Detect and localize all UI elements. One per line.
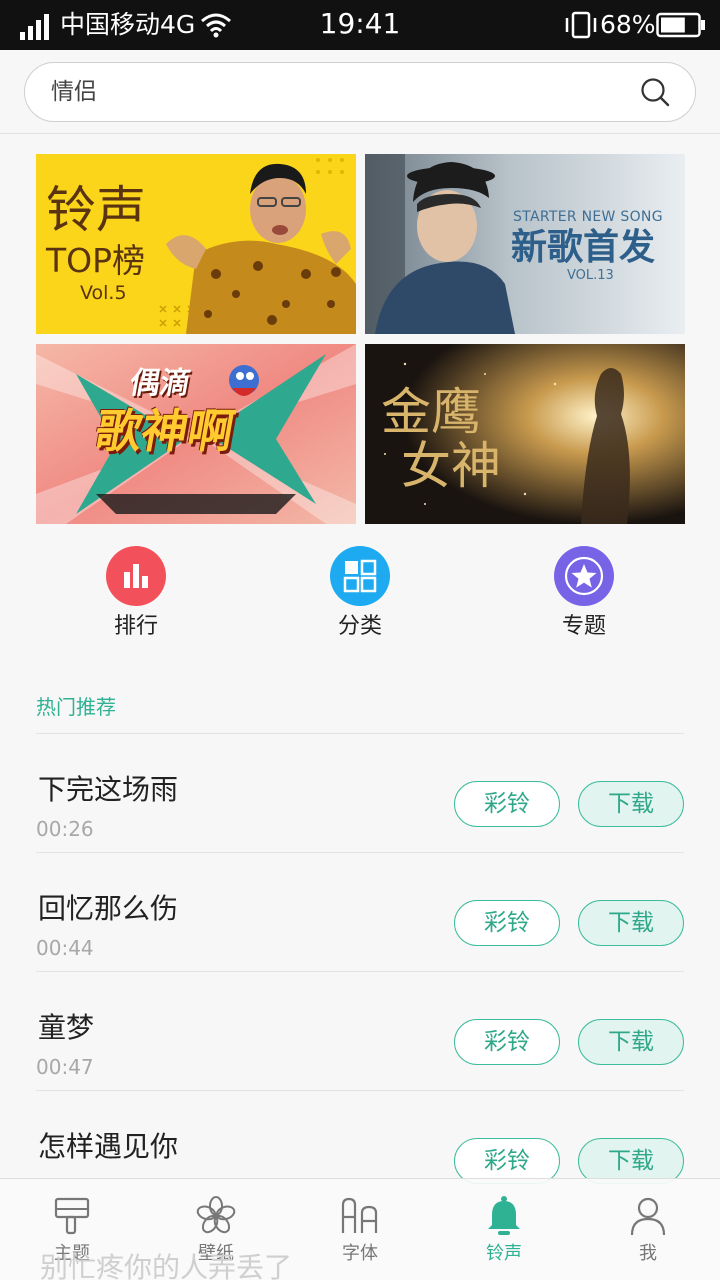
font-icon [341, 1197, 378, 1233]
banner-2-caption: STARTER NEW SONG [513, 209, 663, 225]
set-ringback-button[interactable]: 彩铃 [454, 781, 560, 827]
download-button[interactable]: 下载 [578, 1019, 684, 1065]
category-topic[interactable]: 专题 [524, 546, 644, 646]
banner-ringtone-top-chart[interactable]: 铃声 TOP榜 Vol.5 [36, 154, 356, 334]
status-bar: 中国移动4G 19:41 68% [0, 0, 720, 50]
song-title: 怎样遇见你 [38, 1130, 179, 1163]
bell-icon [488, 1196, 520, 1235]
banner-song-god[interactable]: 偶滴 歌神啊 [36, 344, 356, 524]
banner-4-line2: 女神 [401, 437, 501, 495]
song-row[interactable]: 下完这场雨 00:26 彩铃 下载 [36, 734, 684, 853]
banner-1-title: 铃声 [46, 181, 146, 239]
song-title-behind-nav: 别忙疼你的人弄丢了 [40, 1251, 293, 1280]
flower-icon [196, 1196, 236, 1234]
banner-golden-eagle[interactable]: 金鹰 女神 [365, 344, 685, 524]
section-title: 热门推荐 [36, 695, 116, 719]
nav-tab-ringtone[interactable]: 铃声 [432, 1179, 576, 1280]
banner-1-vol: Vol.5 [80, 282, 127, 304]
signal-icon [20, 14, 49, 40]
grid-icon [330, 546, 390, 606]
battery-icon [656, 12, 705, 38]
paint-roller-icon [54, 1197, 90, 1235]
ringtone-page: 中国移动4G 19:41 68% 情侣 铃声 TOP榜 Vol.5 STARTE… [0, 0, 720, 1280]
nav-tab-font-label: 字体 [342, 1243, 378, 1264]
banner-new-song[interactable]: STARTER NEW SONG 新歌首发 VOL.13 [365, 154, 685, 334]
carrier-label: 中国移动4G [60, 10, 196, 39]
search-bar: 情侣 [0, 50, 720, 134]
banner-1-subtitle: TOP榜 [46, 241, 146, 280]
battery-percentage: 68% [600, 10, 656, 39]
nav-tab-ringtone-label: 铃声 [486, 1243, 522, 1264]
nav-tab-me-label: 我 [639, 1243, 657, 1264]
category-ranking-label: 排行 [113, 614, 158, 639]
banner-2-title: 新歌首发 [511, 227, 656, 268]
nav-tab-font[interactable]: 字体 [288, 1179, 432, 1280]
song-duration: 00:47 [36, 1055, 94, 1079]
song-row[interactable]: 回忆那么伤 00:44 彩铃 下载 [36, 853, 684, 972]
banner-3-line1: 偶滴 [127, 366, 194, 401]
category-classify-label: 分类 [337, 614, 382, 639]
banner-4-line1: 金鹰 [381, 383, 481, 441]
song-row[interactable]: 童梦 00:47 彩铃 下载 [36, 972, 684, 1091]
banner-2-vol: VOL.13 [567, 268, 614, 283]
nav-tab-me[interactable]: 我 [576, 1179, 720, 1280]
category-topic-label: 专题 [561, 614, 606, 639]
set-ringback-button[interactable]: 彩铃 [454, 900, 560, 946]
download-button[interactable]: 下载 [578, 781, 684, 827]
bar-chart-icon [106, 546, 166, 606]
wifi-icon [201, 13, 231, 38]
song-title: 下完这场雨 [38, 773, 179, 806]
vibrate-icon [565, 11, 597, 39]
song-duration: 00:44 [36, 936, 94, 960]
song-duration: 00:26 [36, 817, 94, 841]
person-icon [630, 1197, 666, 1236]
star-icon [554, 546, 614, 606]
search-input[interactable]: 情侣 [24, 62, 696, 122]
banner-3-line2: 歌神啊 [91, 404, 239, 458]
song-title: 回忆那么伤 [38, 892, 179, 925]
search-icon[interactable] [639, 76, 671, 108]
download-button[interactable]: 下载 [578, 900, 684, 946]
category-classify[interactable]: 分类 [300, 546, 420, 646]
set-ringback-button[interactable]: 彩铃 [454, 1019, 560, 1065]
category-ranking[interactable]: 排行 [76, 546, 196, 646]
search-input-value: 情侣 [51, 79, 97, 105]
song-title: 童梦 [38, 1011, 95, 1044]
